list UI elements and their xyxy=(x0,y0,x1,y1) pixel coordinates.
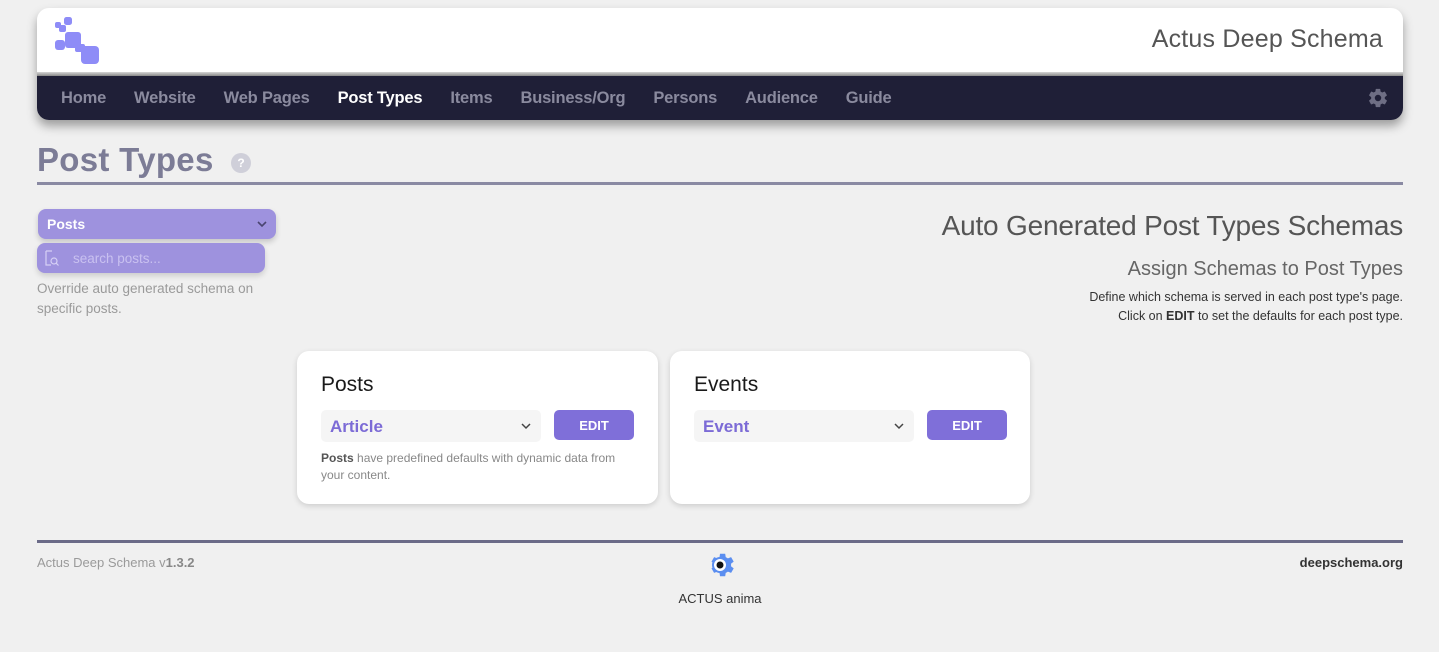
post-type-select-value: Posts xyxy=(47,216,86,232)
title-divider xyxy=(37,182,1403,185)
line2-bold: EDIT xyxy=(1166,309,1195,323)
section-subheading: Assign Schemas to Post Types xyxy=(1127,258,1403,280)
schema-select-value: Event xyxy=(703,417,750,436)
actus-logo-icon[interactable] xyxy=(53,16,103,66)
nav-item-audience[interactable]: Audience xyxy=(745,89,818,108)
nav-item-items[interactable]: Items xyxy=(450,89,492,108)
edit-button[interactable]: EDIT xyxy=(554,410,634,440)
line2-prefix: Click on xyxy=(1118,309,1167,323)
override-hint: Override auto generated schema on specif… xyxy=(37,281,254,316)
card-title: Events xyxy=(694,373,759,396)
nav-item-website[interactable]: Website xyxy=(134,89,196,108)
section-description: Define which schema is served in each po… xyxy=(1089,288,1403,326)
nav-item-business-org[interactable]: Business/Org xyxy=(520,89,625,108)
footer-version: Actus Deep Schema v1.3.2 xyxy=(37,555,195,570)
chevron-down-icon xyxy=(894,423,904,430)
post-type-select[interactable]: Posts xyxy=(38,209,276,239)
version-prefix: Actus Deep Schema v xyxy=(37,555,166,570)
nav-item-post-types[interactable]: Post Types xyxy=(338,89,423,108)
chevron-down-icon xyxy=(257,221,267,228)
description-line-2: Click on EDIT to set the defaults for ea… xyxy=(1089,307,1403,326)
nav-item-guide[interactable]: Guide xyxy=(846,89,892,108)
gear-icon[interactable] xyxy=(1367,87,1389,109)
version-number: 1.3.2 xyxy=(165,555,195,570)
card-title: Posts xyxy=(321,373,374,396)
chevron-down-icon xyxy=(521,423,531,430)
note-bold: Posts xyxy=(321,451,354,465)
search-posts-input[interactable] xyxy=(73,243,258,273)
nav-item-home[interactable]: Home xyxy=(61,89,106,108)
edit-button[interactable]: EDIT xyxy=(927,410,1007,440)
actus-anima-gear-icon[interactable] xyxy=(704,549,736,581)
app-title: Actus Deep Schema xyxy=(1151,25,1383,53)
post-type-card-events: Events Event EDIT xyxy=(670,351,1030,504)
main-nav: Home Website Web Pages Post Types Items … xyxy=(37,76,1403,120)
nav-item-web-pages[interactable]: Web Pages xyxy=(224,89,310,108)
footer-brand: ACTUS anima xyxy=(678,591,762,606)
schema-select[interactable]: Article xyxy=(321,410,541,442)
post-type-card-posts: Posts Article EDIT Posts have predefined… xyxy=(297,351,658,504)
section-heading: Auto Generated Post Types Schemas xyxy=(941,210,1404,241)
schema-select[interactable]: Event xyxy=(694,410,914,442)
card-note: Posts have predefined defaults with dyna… xyxy=(321,450,641,484)
nav-item-persons[interactable]: Persons xyxy=(653,89,717,108)
note-text: have predefined defaults with dynamic da… xyxy=(321,451,616,482)
post-search xyxy=(37,243,265,273)
search-document-icon xyxy=(45,250,59,266)
footer-divider xyxy=(37,540,1403,543)
top-bar: Actus Deep Schema xyxy=(37,8,1403,72)
line2-suffix: to set the defaults for each post type. xyxy=(1194,309,1403,323)
app-header: Actus Deep Schema Home Website Web Pages… xyxy=(37,8,1403,120)
help-icon[interactable]: ? xyxy=(231,153,251,173)
description-line-1: Define which schema is served in each po… xyxy=(1089,290,1403,304)
deepschema-link[interactable]: deepschema.org xyxy=(1300,555,1403,570)
schema-select-value: Article xyxy=(330,417,383,436)
page-title: Post Types xyxy=(37,141,214,178)
